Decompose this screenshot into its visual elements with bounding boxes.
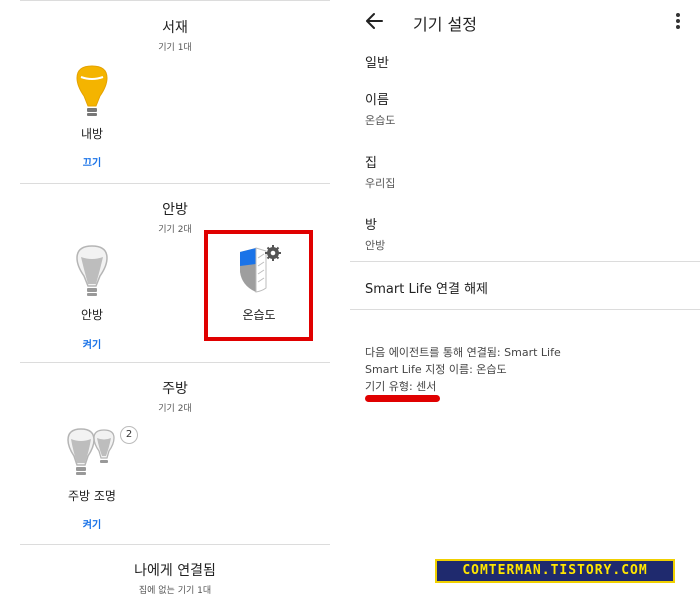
back-arrow-icon[interactable] xyxy=(362,8,390,34)
setting-label: 집 xyxy=(365,156,377,171)
setting-value: 우리집 xyxy=(365,177,396,190)
device-name[interactable]: 안방 xyxy=(52,306,132,323)
sensor-shield-icon[interactable] xyxy=(236,244,282,298)
name-setting[interactable]: 이름 온습도 xyxy=(365,89,685,127)
device-name[interactable]: 내방 xyxy=(52,125,132,142)
sensor-device-name[interactable]: 온습도 xyxy=(220,306,298,323)
setting-value: 온습도 xyxy=(365,114,396,127)
info-device-type: 기기 유형: 센서 xyxy=(365,380,437,393)
setting-label: 이름 xyxy=(365,93,389,108)
room-title: 나에게 연결됨 xyxy=(134,563,216,579)
info-agent: 다음 에이전트를 통해 연결됨: Smart Life xyxy=(365,346,561,359)
room-title: 서재 xyxy=(162,20,188,36)
watermark: COMTERMAN.TISTORY.COM xyxy=(435,559,675,583)
home-setting[interactable]: 집 우리집 xyxy=(365,152,685,190)
turn-off-button[interactable]: 끄기 xyxy=(52,154,132,169)
setting-value: 안방 xyxy=(365,239,386,252)
unlink-button[interactable]: Smart Life 연결 해제 xyxy=(365,278,488,297)
lightbulb-group-icon[interactable] xyxy=(64,426,124,478)
info-assigned-name: Smart Life 지정 이름: 온습도 xyxy=(365,363,507,376)
turn-on-button[interactable]: 켜기 xyxy=(52,336,132,351)
room-device-count: 기기 1대 xyxy=(158,43,192,53)
room-device-count: 기기 2대 xyxy=(158,404,192,414)
turn-on-button[interactable]: 켜기 xyxy=(52,516,132,531)
device-name[interactable]: 주방 조명 xyxy=(52,487,132,504)
room-title: 안방 xyxy=(162,202,188,218)
setting-label: 방 xyxy=(365,218,377,233)
room-device-count: 집에 없는 기기 1대 xyxy=(138,586,212,596)
room-title: 주방 xyxy=(162,381,188,397)
page-title: 기기 설정 xyxy=(413,15,477,34)
device-count-badge: 2 xyxy=(120,426,138,444)
lightbulb-on-icon[interactable] xyxy=(72,64,112,124)
more-options-icon[interactable] xyxy=(672,10,684,32)
room-setting[interactable]: 방 안방 xyxy=(365,214,685,252)
section-label: 일반 xyxy=(365,56,389,71)
lightbulb-off-icon[interactable] xyxy=(72,244,112,304)
red-underline-mark xyxy=(365,395,440,402)
